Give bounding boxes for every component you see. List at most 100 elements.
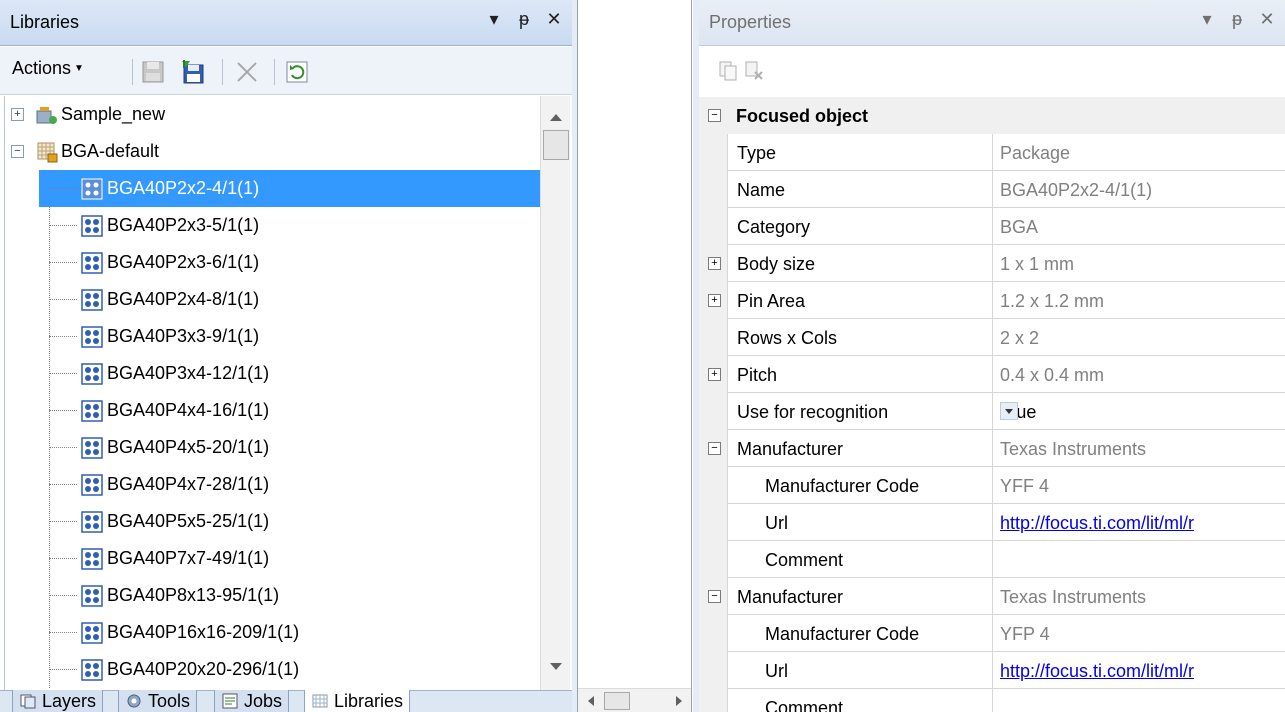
scroll-left-arrow-icon[interactable] <box>588 696 594 706</box>
bga-package-icon <box>81 289 103 311</box>
property-value[interactable]: Texas Instruments <box>993 578 1285 615</box>
tab-tools[interactable]: Tools <box>118 690 198 712</box>
url-link[interactable]: http://focus.ti.com/lit/ml/r <box>1000 661 1194 682</box>
tree-node-label: BGA-default <box>61 141 160 161</box>
actions-menu-button[interactable]: Actions ▼ <box>12 58 84 79</box>
property-name: Type <box>727 134 993 171</box>
expand-icon[interactable]: + <box>708 368 721 381</box>
tree-item-package[interactable]: BGA40P2x4-8/1(1) <box>5 281 540 318</box>
tree-item-package[interactable]: BGA40P3x4-12/1(1) <box>5 355 540 392</box>
tree-item-package[interactable]: BGA40P7x7-49/1(1) <box>5 540 540 577</box>
property-row-type[interactable]: Type Package <box>699 134 1285 171</box>
tree-item-package[interactable]: BGA40P4x7-28/1(1) <box>5 466 540 503</box>
save-icon[interactable] <box>140 59 166 85</box>
property-value[interactable]: BGA40P2x2-4/1(1) <box>993 171 1285 208</box>
tree-item-package[interactable]: BGA40P2x3-5/1(1) <box>5 207 540 244</box>
refresh-icon[interactable] <box>284 59 310 85</box>
tree-item-package[interactable]: BGA40P20x20-296/1(1) <box>5 651 540 688</box>
collapse-icon[interactable]: − <box>708 442 721 455</box>
tree-item-package[interactable]: BGA40P5x5-25/1(1) <box>5 503 540 540</box>
library-icon <box>37 142 58 163</box>
window-position-dropdown-icon[interactable]: ▾ <box>1197 9 1217 30</box>
scroll-down-arrow-icon[interactable] <box>550 663 562 670</box>
property-row-comment[interactable]: Comment <box>699 689 1285 712</box>
collapse-icon[interactable]: − <box>708 590 721 603</box>
property-row-rows-cols[interactable]: Rows x Cols 2 x 2 <box>699 319 1285 356</box>
tree-item-package[interactable]: BGA40P4x4-16/1(1) <box>5 392 540 429</box>
expand-icon[interactable]: + <box>708 257 721 270</box>
tree-node-bga-default[interactable]: − BGA-default <box>5 133 540 170</box>
package-label: BGA40P7x7-49/1(1) <box>107 548 270 568</box>
property-row-url[interactable]: Url http://focus.ti.com/lit/ml/r <box>699 504 1285 541</box>
workspace-pane[interactable] <box>577 0 692 712</box>
property-value[interactable]: http://focus.ti.com/lit/ml/r <box>993 504 1285 541</box>
property-row-comment[interactable]: Comment <box>699 541 1285 578</box>
tab-layers[interactable]: Layers <box>12 690 104 712</box>
tab-jobs[interactable]: Jobs <box>214 690 290 712</box>
close-icon[interactable]: ✕ <box>544 9 564 30</box>
property-value-text: YFF 4 <box>1000 476 1050 496</box>
property-row-name[interactable]: Name BGA40P2x2-4/1(1) <box>699 171 1285 208</box>
tree-item-package[interactable]: BGA40P16x16-209/1(1) <box>5 614 540 651</box>
recognition-select[interactable]: True <box>993 393 1285 430</box>
property-value[interactable]: 0.4 x 0.4 mm <box>993 356 1285 393</box>
tab-libraries[interactable]: Libraries <box>304 690 411 712</box>
url-link[interactable]: http://focus.ti.com/lit/ml/r <box>1000 513 1194 534</box>
property-row-url[interactable]: Url http://focus.ti.com/lit/ml/r <box>699 652 1285 689</box>
expand-icon[interactable]: + <box>708 294 721 307</box>
scrollbar-thumb[interactable] <box>543 130 569 160</box>
tree-item-package[interactable]: BGA40P3x3-9/1(1) <box>5 318 540 355</box>
expand-icon[interactable]: + <box>11 108 24 121</box>
property-value[interactable]: 1.2 x 1.2 mm <box>993 282 1285 319</box>
package-label: BGA40P2x2-4/1(1) <box>107 178 260 198</box>
tree-item-package[interactable]: BGA40P4x5-20/1(1) <box>5 429 540 466</box>
tree-item-package[interactable]: BGA40P2x2-4/1(1) <box>5 170 540 207</box>
collapse-icon[interactable]: − <box>708 109 721 122</box>
property-value[interactable]: BGA <box>993 208 1285 245</box>
package-label: BGA40P16x16-209/1(1) <box>107 622 300 642</box>
tree-node-sample-new[interactable]: + Sample_new <box>5 96 540 133</box>
category-focused-object[interactable]: − Focused object <box>699 97 1285 134</box>
window-position-dropdown-icon[interactable]: ▾ <box>484 9 504 30</box>
package-label: BGA40P4x5-20/1(1) <box>107 437 270 457</box>
chevron-down-icon: ▼ <box>74 63 84 74</box>
horizontal-scrollbar[interactable] <box>578 688 691 712</box>
tree-vertical-scrollbar[interactable] <box>540 96 570 690</box>
property-value[interactable] <box>993 541 1285 578</box>
grid-gutter: + <box>699 282 727 319</box>
property-value[interactable]: Package <box>993 134 1285 171</box>
collapse-icon[interactable]: − <box>11 145 24 158</box>
property-value[interactable]: 2 x 2 <box>993 319 1285 356</box>
library-tree[interactable]: + Sample_new − BGA-default BGA40P2x2-4/1… <box>4 96 540 690</box>
property-row-body-size[interactable]: + Body size 1 x 1 mm <box>699 245 1285 282</box>
delete-icon[interactable] <box>234 59 260 85</box>
property-value[interactable]: YFP 4 <box>993 615 1285 652</box>
pin-icon[interactable]: ᵽ <box>1227 9 1247 30</box>
property-row-pin-area[interactable]: + Pin Area 1.2 x 1.2 mm <box>699 282 1285 319</box>
tree-item-package[interactable]: BGA40P2x3-6/1(1) <box>5 244 540 281</box>
property-row-pitch[interactable]: + Pitch 0.4 x 0.4 mm <box>699 356 1285 393</box>
property-row-manufacturer-code[interactable]: Manufacturer Code YFP 4 <box>699 615 1285 652</box>
property-row-manufacturer[interactable]: − Manufacturer Texas Instruments <box>699 578 1285 615</box>
tree-item-package[interactable]: BGA40P8x13-95/1(1) <box>5 577 540 614</box>
close-icon[interactable]: ✕ <box>1257 9 1277 30</box>
property-row-manufacturer-code[interactable]: Manufacturer Code YFF 4 <box>699 467 1285 504</box>
remove-properties-icon[interactable] <box>743 60 765 82</box>
pin-icon[interactable]: ᵽ <box>514 9 534 30</box>
chevron-down-icon[interactable] <box>1000 402 1018 420</box>
scrollbar-thumb[interactable] <box>604 692 630 710</box>
property-value[interactable]: Texas Instruments <box>993 430 1285 467</box>
property-value[interactable] <box>993 689 1285 712</box>
property-value[interactable]: YFF 4 <box>993 467 1285 504</box>
save-as-icon[interactable] <box>180 59 206 85</box>
property-value[interactable]: http://focus.ti.com/lit/ml/r <box>993 652 1285 689</box>
copy-properties-icon[interactable] <box>717 60 739 82</box>
property-row-category[interactable]: Category BGA <box>699 208 1285 245</box>
property-row-use-for-recognition[interactable]: Use for recognition True <box>699 393 1285 430</box>
tree-connector <box>49 632 77 633</box>
property-value[interactable]: 1 x 1 mm <box>993 245 1285 282</box>
scroll-up-arrow-icon[interactable] <box>550 114 562 121</box>
property-row-manufacturer[interactable]: − Manufacturer Texas Instruments <box>699 430 1285 467</box>
tab-label: Tools <box>148 690 191 711</box>
scroll-right-arrow-icon[interactable] <box>676 696 682 706</box>
